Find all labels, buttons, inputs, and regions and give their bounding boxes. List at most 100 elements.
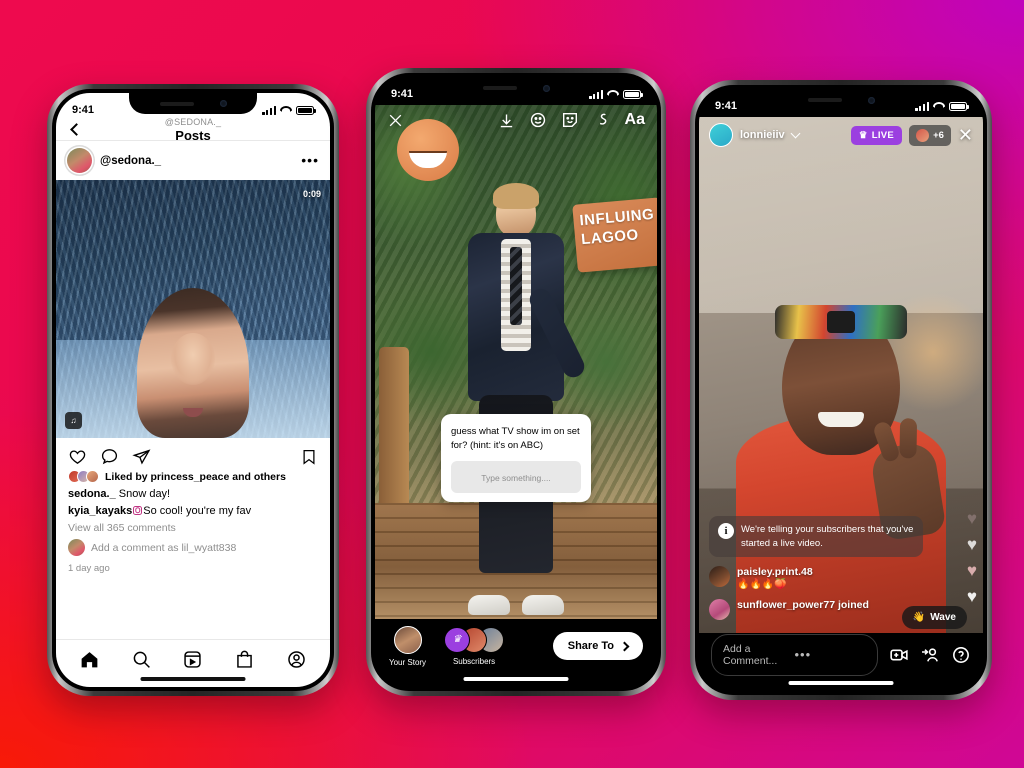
- post-caption: sedona._ Snow day!: [68, 486, 318, 503]
- wifi-icon: [933, 102, 945, 111]
- phone-3-screen: 9:41 lonnieiiv ♛ LIVE +6 ✕ ♥ ♥ ♥ ♥ i We'…: [699, 89, 983, 691]
- add-comment-row[interactable]: Add a comment as lil_wyatt838: [68, 539, 318, 556]
- question-text: guess what TV show im on set for? (hint:…: [451, 426, 580, 451]
- crown-icon: ♛: [858, 129, 868, 141]
- system-message: i We're telling your subscribers that yo…: [709, 516, 923, 557]
- front-camera: [219, 100, 227, 107]
- invite-person-icon[interactable]: [920, 645, 940, 665]
- post-comment: kyia_kayaks So cool! you're my fav: [68, 503, 318, 520]
- battery-icon: [949, 101, 969, 111]
- live-label: LIVE: [871, 129, 895, 141]
- post-author-row: @sedona._ •••: [56, 141, 330, 180]
- home-icon[interactable]: [79, 649, 100, 670]
- caption-text: Snow day!: [118, 488, 171, 500]
- viewer-avatar: [916, 128, 930, 142]
- avatar[interactable]: [709, 123, 733, 147]
- notch: [450, 77, 582, 99]
- audio-attribution-icon[interactable]: ♫: [65, 412, 82, 429]
- avatar[interactable]: [67, 148, 92, 173]
- live-username[interactable]: lonnieiiv: [740, 129, 785, 141]
- reels-icon[interactable]: [182, 649, 203, 670]
- viewer-count: +6: [933, 129, 944, 141]
- profile-icon[interactable]: [286, 649, 307, 670]
- avatar: [709, 566, 730, 587]
- question-sticker[interactable]: guess what TV show im on set for? (hint:…: [441, 414, 591, 502]
- comment-input[interactable]: Add a Comment... •••: [711, 634, 878, 676]
- sticker-icon[interactable]: [561, 111, 579, 129]
- instagram-live: 9:41 lonnieiiv ♛ LIVE +6 ✕ ♥ ♥ ♥ ♥ i We'…: [699, 89, 983, 691]
- chat-text: 🔥🔥🔥🍑: [737, 579, 787, 590]
- chevron-right-icon: [619, 641, 630, 651]
- viewer-count-badge[interactable]: +6: [909, 124, 951, 146]
- effects-face-icon[interactable]: [529, 111, 547, 129]
- post-timestamp: 1 day ago: [68, 563, 110, 574]
- add-comment-placeholder: Add a comment as lil_wyatt838: [91, 541, 237, 554]
- bookmark-icon[interactable]: [300, 448, 318, 466]
- system-message-text: We're telling your subscribers that you'…: [741, 524, 914, 549]
- caption-username[interactable]: sedona._: [68, 488, 116, 500]
- heart-icon[interactable]: [68, 447, 87, 466]
- question-help-icon[interactable]: [951, 645, 971, 665]
- subscribers-option[interactable]: ♛ Subscribers: [444, 626, 505, 666]
- shop-bag-icon[interactable]: [234, 649, 255, 670]
- phone-3-live: 9:41 lonnieiiv ♛ LIVE +6 ✕ ♥ ♥ ♥ ♥ i We'…: [690, 80, 992, 700]
- phone-1-screen: 9:41 @SEDONA._ Posts @sedona._ ••• 0:09 …: [56, 93, 330, 687]
- view-all-comments[interactable]: View all 365 comments: [68, 522, 318, 534]
- post-media[interactable]: 0:09 ♫: [56, 180, 330, 438]
- search-icon[interactable]: [131, 649, 152, 670]
- chevron-down-icon[interactable]: [790, 128, 801, 139]
- battery-icon: [296, 105, 316, 115]
- wifi-icon: [607, 90, 619, 99]
- liker-avatars: [68, 470, 99, 483]
- page-title: Posts: [175, 127, 211, 143]
- speaker-grill: [807, 98, 842, 102]
- signal-icon: [262, 105, 276, 115]
- phone-2-story-composer: 9:41 INFLUING LAGOO Aa guess what TV sho…: [366, 68, 666, 696]
- battery-icon: [623, 89, 643, 99]
- status-indicators: [915, 101, 969, 111]
- speaker-grill: [159, 101, 194, 106]
- your-story-option[interactable]: Your Story: [389, 625, 426, 667]
- liked-by-row[interactable]: Liked by princess_peace and others: [68, 470, 318, 483]
- crown-icon: ♛: [444, 626, 471, 653]
- home-indicator: [788, 681, 894, 685]
- close-icon[interactable]: ✕: [958, 126, 973, 143]
- comment-username[interactable]: kyia_kayaks: [68, 505, 132, 517]
- phone-2-screen: 9:41 INFLUING LAGOO Aa guess what TV sho…: [375, 77, 657, 687]
- share-to-label: Share To: [567, 640, 614, 652]
- subscriber-avatars: ♛: [444, 626, 505, 653]
- more-options-icon[interactable]: •••: [301, 153, 319, 168]
- phone-1-feed: 9:41 @SEDONA._ Posts @sedona._ ••• 0:09 …: [47, 84, 339, 696]
- draw-squiggle-icon[interactable]: [593, 111, 611, 129]
- post-action-row: [56, 438, 330, 470]
- text-aa-icon[interactable]: Aa: [625, 111, 645, 129]
- subscribers-label: Subscribers: [452, 656, 496, 666]
- live-header: lonnieiiv ♛ LIVE +6 ✕: [699, 123, 983, 147]
- share-to-button[interactable]: Share To: [552, 632, 643, 660]
- story-photo[interactable]: INFLUING LAGOO: [375, 105, 657, 619]
- chat-username[interactable]: paisley.print.48: [737, 566, 813, 578]
- signal-icon: [915, 101, 929, 111]
- add-video-icon[interactable]: [889, 645, 909, 665]
- download-icon[interactable]: [498, 112, 515, 129]
- more-options-icon[interactable]: •••: [795, 648, 867, 661]
- comment-icon[interactable]: [100, 447, 119, 466]
- wave-button[interactable]: 👋 Wave: [901, 606, 967, 629]
- sign-decor: INFLUING LAGOO: [572, 197, 657, 273]
- wave-label: Wave: [930, 612, 956, 623]
- share-icon[interactable]: [132, 447, 151, 466]
- post-username[interactable]: @sedona._: [100, 155, 293, 167]
- question-answer-box[interactable]: Type something....: [451, 460, 581, 493]
- comment-placeholder: Add a Comment...: [723, 643, 778, 667]
- phone-1-bezel: 9:41 @SEDONA._ Posts @sedona._ ••• 0:09 …: [52, 89, 334, 691]
- verified-square-icon: [133, 505, 143, 515]
- home-indicator: [140, 677, 246, 681]
- wifi-icon: [280, 106, 292, 115]
- status-time: 9:41: [715, 100, 738, 112]
- comment-text: So cool! you're my fav: [143, 504, 252, 517]
- status-indicators: [589, 89, 643, 99]
- avatar: [393, 625, 422, 654]
- person-in-photo: [452, 183, 588, 619]
- close-icon[interactable]: [387, 112, 404, 129]
- status-indicators: [262, 105, 316, 115]
